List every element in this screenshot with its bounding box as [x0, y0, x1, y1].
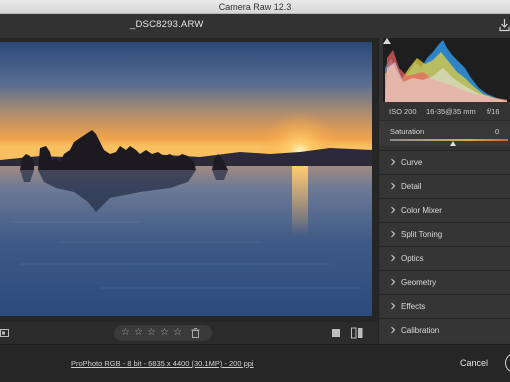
- photo-preview[interactable]: [0, 42, 372, 316]
- file-header-bar: _DSC8293.ARW: [0, 14, 510, 38]
- saturation-value[interactable]: 0: [495, 127, 499, 136]
- panel-label: Detail: [401, 182, 422, 191]
- panel-optics[interactable]: Optics: [379, 246, 510, 270]
- file-name: _DSC8293.ARW: [130, 19, 204, 30]
- window-titlebar: Camera Raw 12.3: [0, 0, 510, 14]
- rating-control: ☆ ☆ ☆ ☆ ☆: [114, 325, 212, 341]
- chevron-right-icon: [391, 230, 396, 238]
- chevron-right-icon: [391, 182, 396, 190]
- panel-label: Color Mixer: [401, 206, 442, 215]
- aperture-value: f/16: [487, 107, 500, 116]
- trash-icon[interactable]: [191, 328, 200, 338]
- chevron-right-icon: [391, 326, 396, 334]
- panel-color-mixer[interactable]: Color Mixer: [379, 198, 510, 222]
- lens-value: 16-35@35 mm: [426, 107, 476, 116]
- panel-label: Optics: [401, 254, 424, 263]
- saturation-slider-track[interactable]: [390, 139, 508, 141]
- chevron-right-icon: [391, 206, 396, 214]
- panel-geometry[interactable]: Geometry: [379, 270, 510, 294]
- workflow-options-link[interactable]: ProPhoto RGB - 8 bit - 6835 x 4400 (30.1…: [71, 359, 254, 368]
- single-view-icon[interactable]: [331, 327, 341, 339]
- panel-label: Calibration: [401, 326, 440, 335]
- panel-detail[interactable]: Detail: [379, 174, 510, 198]
- image-preview-area: [0, 38, 378, 322]
- cancel-button[interactable]: Cancel: [460, 358, 488, 368]
- rating-star-4[interactable]: ☆: [160, 327, 169, 339]
- chevron-right-icon: [391, 158, 396, 166]
- shadow-clipping-icon[interactable]: [383, 38, 391, 44]
- panel-effects[interactable]: Effects: [379, 294, 510, 318]
- panel-curve[interactable]: Curve: [379, 150, 510, 174]
- iso-value: ISO 200: [389, 107, 417, 116]
- rating-star-2[interactable]: ☆: [134, 327, 143, 339]
- saturation-control: Saturation 0: [379, 120, 510, 146]
- panel-label: Effects: [401, 302, 426, 311]
- window-title: Camera Raw 12.3: [218, 2, 292, 12]
- chevron-right-icon: [391, 302, 396, 310]
- save-icon[interactable]: [499, 18, 510, 32]
- zoom-icon[interactable]: [0, 328, 10, 338]
- panel-list: Curve Detail Color Mixer Split Toning Optics…: [379, 150, 510, 342]
- panel-calibration[interactable]: Calibration: [379, 318, 510, 342]
- open-button[interactable]: [505, 353, 510, 373]
- saturation-label: Saturation: [390, 127, 425, 136]
- panel-label: Curve: [401, 158, 423, 167]
- saturation-slider-thumb[interactable]: [450, 141, 456, 146]
- preview-toolbar: ☆ ☆ ☆ ☆ ☆: [0, 322, 378, 344]
- chevron-right-icon: [391, 254, 396, 262]
- adjustments-panel: ISO 200 16-35@35 mm f/16 Saturation 0 Cu…: [378, 38, 510, 344]
- before-after-icon[interactable]: [351, 327, 363, 339]
- camera-info: ISO 200 16-35@35 mm f/16: [379, 104, 510, 120]
- panel-label: Geometry: [401, 278, 437, 287]
- panel-split-toning[interactable]: Split Toning: [379, 222, 510, 246]
- panel-label: Split Toning: [401, 230, 443, 239]
- dialog-footer: ProPhoto RGB - 8 bit - 6835 x 4400 (30.1…: [0, 344, 510, 382]
- rating-star-1[interactable]: ☆: [121, 327, 130, 339]
- histogram: [383, 38, 510, 102]
- rating-star-5[interactable]: ☆: [173, 327, 182, 339]
- rating-star-3[interactable]: ☆: [147, 327, 156, 339]
- chevron-right-icon: [391, 278, 396, 286]
